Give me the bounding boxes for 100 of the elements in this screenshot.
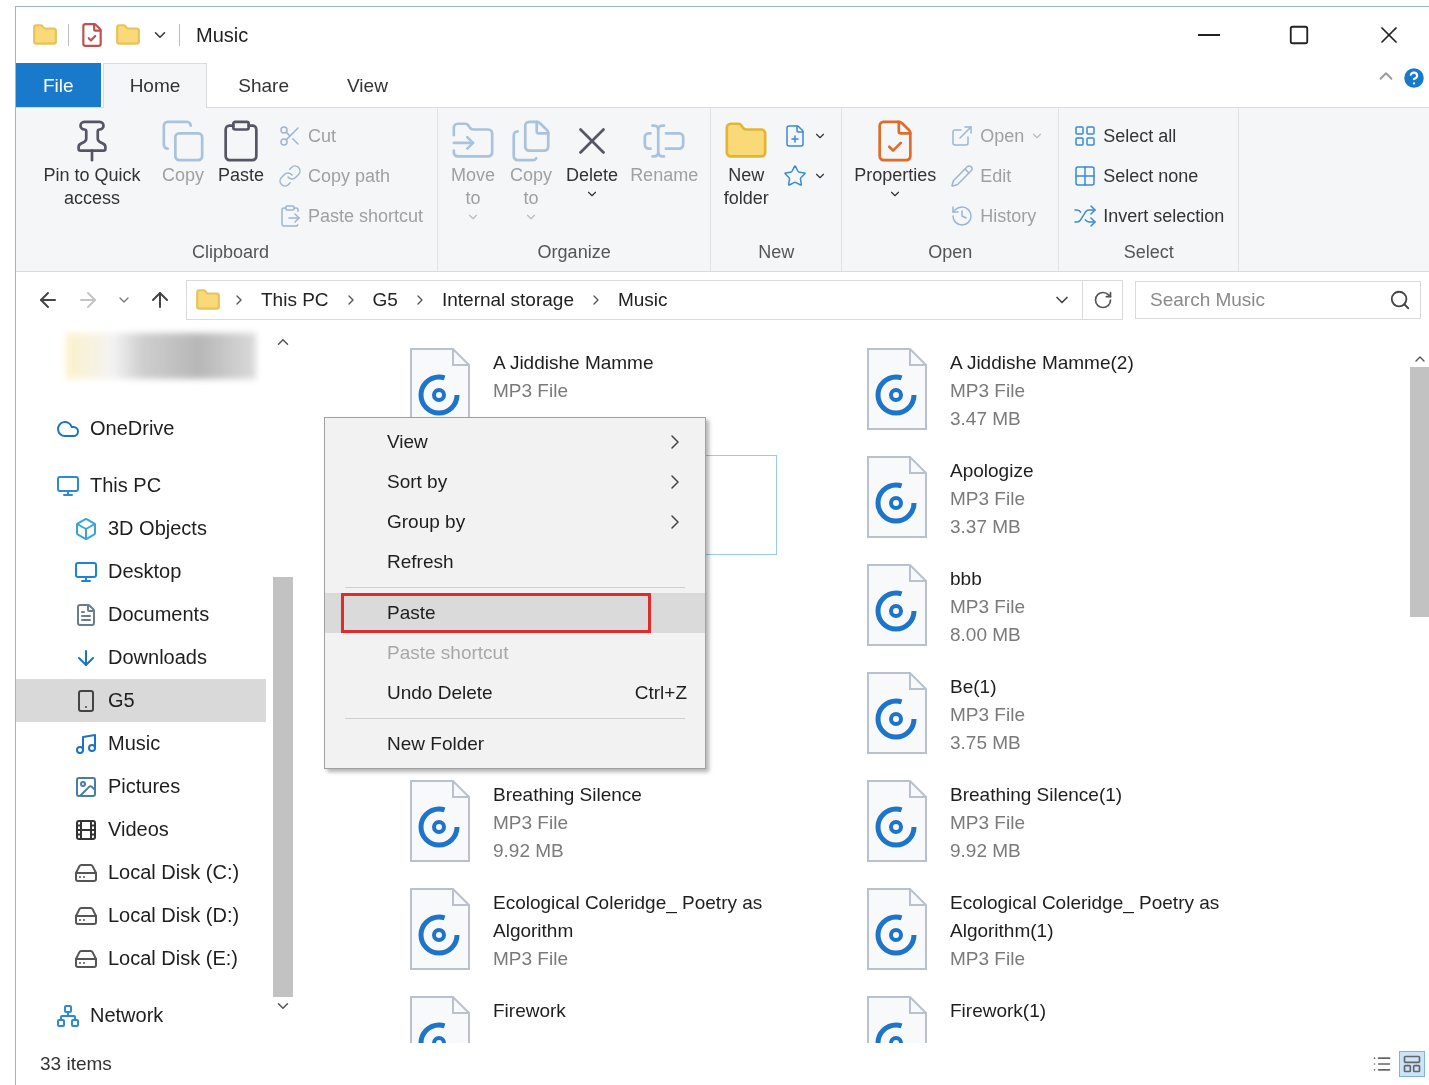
file-name: Firework(1) [950,999,1048,1023]
paste-icon [278,204,303,228]
ribbon-tab[interactable]: Share [211,63,316,107]
list-icon [1372,1054,1392,1074]
nav-item[interactable]: Network [16,994,266,1037]
nav-item[interactable]: Desktop [16,550,266,593]
address-bar[interactable]: This PC G5 Internal storage Music [186,279,1123,320]
group-label: Organize [536,241,612,264]
ribbon-button[interactable]: Invert selection [1069,198,1229,234]
menu-item[interactable]: New Folder [325,724,705,764]
scrollbar-thumb[interactable] [273,577,293,997]
menu-item[interactable]: Undo Delete Ctrl+Z [325,673,705,713]
ribbon-button[interactable]: Paste [216,114,267,238]
network-icon [56,1003,80,1028]
window-title: Music [196,23,250,47]
maximize-icon [1288,24,1310,46]
nav-item[interactable]: Pictures [16,765,266,808]
group-label: Clipboard [191,241,271,264]
file-name: bbb [950,567,983,591]
file-type: MP3 File [950,947,1026,971]
monitor-icon [74,559,98,584]
file-name: A Jiddishe Mamme(2) [950,351,1135,375]
file-name: Breathing Silence(1) [950,783,1124,807]
breadcrumb[interactable]: This PC [257,288,333,311]
history-icon [950,204,975,228]
link-icon [278,164,303,188]
nav-item[interactable]: Local Disk (D:) [16,894,266,937]
file-type: MP3 File [950,703,1026,727]
nav-item[interactable]: Downloads [16,636,266,679]
ribbon-button[interactable]: Select none [1069,158,1229,194]
menu-item[interactable]: View [325,422,705,462]
large-icons-view-button[interactable] [1399,1051,1425,1077]
nav-item[interactable]: G5 [16,679,266,722]
check-document-icon[interactable] [79,22,105,48]
audio-file-icon [866,887,928,971]
file-type: MP3 File [493,379,569,403]
open-icon [950,124,975,148]
file-type: MP3 File [950,595,1026,619]
nav-item[interactable]: Local Disk (E:) [16,937,266,980]
empty-grid-icon [1073,164,1098,188]
folder-icon [195,286,221,313]
group-label: Select [1122,241,1175,264]
scrollbar-thumb[interactable] [1410,367,1429,617]
menu-item[interactable]: Paste [325,593,705,633]
file-name: A Jiddishe Mamme [493,351,655,375]
audio-file-icon [866,671,928,755]
nav-item[interactable]: OneDrive [16,407,266,450]
menu-item[interactable]: Refresh [325,542,705,582]
menu-item[interactable]: Sort by [325,462,705,502]
audio-file-icon [409,779,471,863]
ribbon-tab[interactable]: View [320,63,415,107]
file-type: MP3 File [493,811,569,835]
ribbon-button[interactable]: Properties [852,114,939,238]
ribbon-button[interactable]: Delete [564,114,621,238]
star-icon [783,164,808,188]
nav-item[interactable]: 3D Objects [16,507,266,550]
breadcrumb[interactable]: G5 [368,288,402,311]
ribbon-button[interactable]: Select all [1069,118,1229,154]
file-name: Firework [493,999,567,1023]
nav-item[interactable]: Local Disk (C:) [16,851,266,894]
audio-file-icon [409,887,471,971]
group-label: Open [927,241,974,264]
audio-file-icon [866,455,928,539]
ribbon-button[interactable]: New folder [721,114,772,238]
nav-item[interactable]: This PC [16,464,266,507]
ribbon-tab[interactable]: Home [102,63,208,108]
item-count: 33 items [40,1053,113,1075]
file-type: MP3 File [493,947,569,971]
file-type: MP3 File [950,811,1026,835]
document-icon [74,602,98,627]
search-field[interactable]: Search Music [1135,280,1421,319]
audio-file-icon [866,779,928,863]
breadcrumb[interactable]: Internal storage [437,288,578,311]
ribbon-button[interactable]: Pin to Quick access [34,114,150,238]
file-name: Ecological Coleridge_ Poetry as Algorithm(1) [950,891,1221,943]
nav-item[interactable]: Videos [16,808,266,851]
file-size: 3.47 MB [950,407,1022,431]
image-icon [74,774,98,799]
ribbon-tab[interactable]: File [16,63,101,107]
file-name: Breathing Silence [493,783,643,807]
shuffle-icon [1073,204,1098,228]
minimize-icon [1198,34,1220,36]
file-name: Apologize [950,459,1035,483]
copy-icon [160,118,206,164]
breadcrumb[interactable]: Music [613,288,672,311]
tiles-icon [1402,1054,1422,1074]
group-label: New [757,241,796,264]
file-name: Be(1) [950,675,998,699]
search-icon [1389,288,1411,311]
menu-item[interactable]: Group by [325,502,705,542]
file-size: 8.00 MB [950,623,1022,647]
file-size: 9.92 MB [493,839,565,863]
monitor-icon [56,473,80,498]
film-icon [74,817,98,842]
nav-item[interactable]: Documents [16,593,266,636]
audio-file-icon [866,563,928,647]
nav-item[interactable]: Music [16,722,266,765]
file-size: 3.75 MB [950,731,1022,755]
pencil-icon [950,164,975,188]
grid-icon [1073,124,1098,148]
